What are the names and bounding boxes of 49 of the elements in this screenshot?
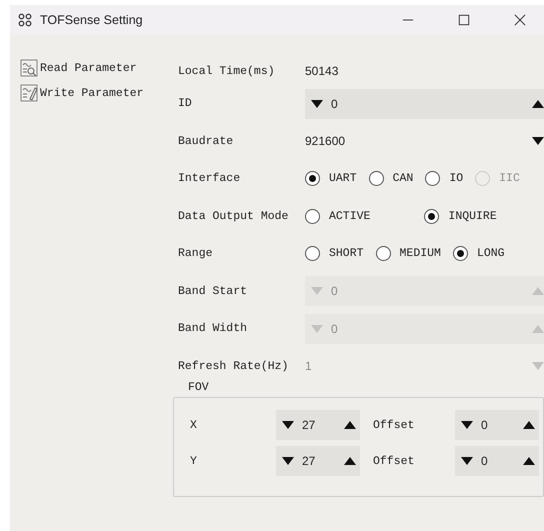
radio-option[interactable]: INQUIRE (424, 208, 497, 224)
offset-label: Offset (372, 418, 416, 432)
up-arrow-icon[interactable] (344, 421, 356, 429)
down-arrow-icon[interactable] (282, 421, 294, 429)
field-label: Data Output Mode (178, 210, 290, 223)
field-label: Local Time(ms) (178, 64, 276, 78)
radio-option[interactable]: ACTIVE (305, 208, 370, 224)
group-title: FOV (187, 381, 210, 396)
down-arrow-icon[interactable] (461, 457, 473, 465)
field-label: Refresh Rate(Hz) (178, 360, 290, 373)
radio-option[interactable]: SHORT (305, 246, 364, 262)
offset-label: Offset (372, 454, 416, 468)
value-text: 50143 (305, 64, 338, 78)
caret-icon (532, 362, 544, 370)
app-icon (18, 13, 32, 27)
radio-option[interactable]: CAN (368, 171, 414, 186)
field-label: Band Width (178, 322, 248, 336)
field-label: Baudrate (178, 134, 234, 148)
down-arrow-icon[interactable] (311, 100, 323, 108)
action-button[interactable]: Read Parameter (20, 58, 178, 78)
spin-box[interactable]: 0 (455, 410, 539, 440)
axis-label: X (190, 418, 198, 432)
window-title: TOFSense Setting (40, 13, 143, 27)
spin-box[interactable]: 0 (305, 88, 544, 119)
up-arrow-icon[interactable] (523, 457, 535, 465)
action-button[interactable]: Write Parameter (20, 83, 178, 103)
maximize-icon[interactable] (458, 14, 470, 26)
caret-icon (532, 137, 544, 146)
spin-box[interactable]: 0 (455, 446, 539, 476)
down-arrow-icon[interactable] (461, 421, 473, 429)
field-label: Band Start (178, 284, 248, 298)
down-arrow-icon[interactable] (282, 457, 294, 465)
axis-label: Y (190, 454, 198, 468)
close-icon[interactable] (514, 14, 526, 26)
radio-option[interactable]: LONG (452, 246, 505, 262)
radio-option[interactable]: UART (305, 171, 357, 186)
radio-option[interactable]: IO (425, 171, 464, 186)
field-label: ID (178, 97, 193, 110)
up-arrow-icon[interactable] (344, 457, 356, 465)
dropdown[interactable]: 921600 (305, 126, 544, 156)
document-search-icon (20, 59, 38, 77)
field-label: Interface (178, 172, 242, 186)
up-arrow-icon[interactable] (532, 100, 544, 108)
spin-box[interactable]: 27 (276, 410, 360, 440)
field-label: Range (178, 247, 214, 260)
spin-box[interactable]: 27 (276, 446, 360, 476)
document-pen-icon (20, 84, 38, 102)
up-arrow-icon[interactable] (523, 421, 535, 429)
radio-option[interactable]: MEDIUM (376, 246, 441, 262)
